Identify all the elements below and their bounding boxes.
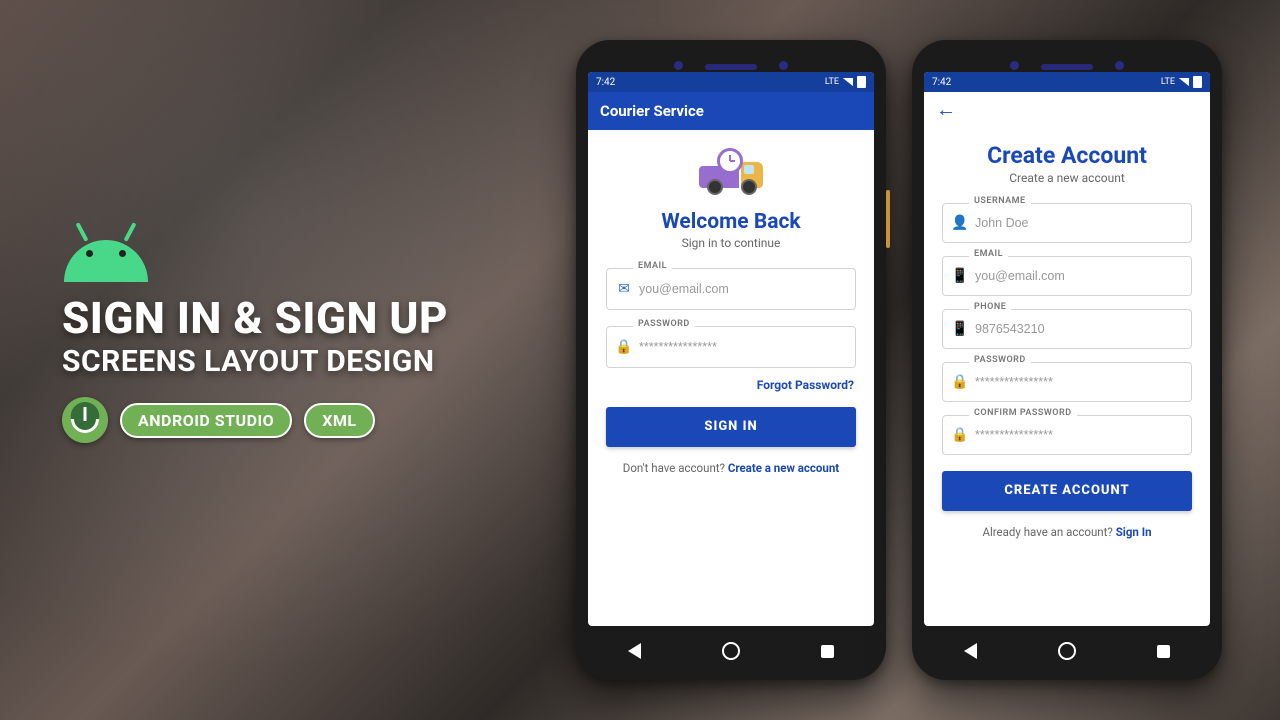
app-bar: ← — [924, 92, 1210, 126]
password-label: PASSWORD — [969, 355, 1031, 365]
nav-home-icon[interactable] — [722, 642, 740, 660]
email-field[interactable]: EMAIL 📱 — [942, 256, 1192, 296]
password-input[interactable] — [633, 339, 847, 355]
email-input[interactable] — [633, 281, 847, 297]
battery-icon — [857, 76, 866, 88]
username-label: USERNAME — [969, 196, 1031, 206]
email-input[interactable] — [969, 268, 1183, 284]
signin-heading: Welcome Back — [606, 210, 856, 234]
status-time: 7:42 — [596, 77, 615, 88]
signup-subtitle: Create a new account — [942, 171, 1192, 185]
signup-footer: Already have an account? Sign In — [942, 525, 1192, 539]
email-icon: ✉ — [615, 281, 633, 297]
lock-icon: 🔒 — [951, 427, 969, 443]
nav-recent-icon[interactable] — [821, 645, 834, 658]
nav-back-icon[interactable] — [628, 643, 641, 659]
person-icon: 👤 — [951, 215, 969, 231]
signal-icon — [843, 78, 853, 86]
nav-home-icon[interactable] — [1058, 642, 1076, 660]
signin-link[interactable]: Sign In — [1116, 525, 1152, 539]
confirm-password-field[interactable]: CONFIRM PASSWORD 🔒 — [942, 415, 1192, 455]
phone-signup: 7:42 LTE ← Create Account Create a new a… — [912, 40, 1222, 680]
promo-panel: SIGN IN & SIGN UP SCREENS LAYOUT DESIGN … — [62, 230, 448, 443]
promo-title-1: SIGN IN & SIGN UP — [62, 296, 448, 340]
signin-footer: Don't have account? Create a new account — [606, 461, 856, 475]
email-label: EMAIL — [969, 249, 1008, 259]
android-nav-bar — [924, 634, 1210, 668]
nav-recent-icon[interactable] — [1157, 645, 1170, 658]
phone-field[interactable]: PHONE 📱 — [942, 309, 1192, 349]
password-field[interactable]: PASSWORD 🔒 — [942, 362, 1192, 402]
password-field[interactable]: PASSWORD 🔒 — [606, 326, 856, 368]
android-studio-icon — [62, 397, 108, 443]
phone-label: PHONE — [969, 302, 1011, 312]
signin-button[interactable]: SIGN IN — [606, 407, 856, 447]
phone-portrait-icon: 📱 — [951, 321, 969, 337]
android-icon — [64, 230, 148, 282]
email-label: EMAIL — [633, 261, 672, 271]
signal-icon — [1179, 78, 1189, 86]
create-account-button[interactable]: CREATE ACCOUNT — [942, 471, 1192, 511]
phone-input[interactable] — [969, 321, 1183, 337]
forgot-password-link[interactable]: Forgot Password? — [757, 378, 854, 392]
android-nav-bar — [588, 634, 874, 668]
app-title: Courier Service — [600, 102, 704, 120]
email-field[interactable]: EMAIL ✉ — [606, 268, 856, 310]
battery-icon — [1193, 76, 1202, 88]
status-net: LTE — [825, 77, 839, 87]
signin-subtitle: Sign in to continue — [606, 236, 856, 250]
phone-signin: 7:42 LTE Courier Service Welcome Back Si… — [576, 40, 886, 680]
badge-xml: XML — [304, 403, 374, 438]
signup-heading: Create Account — [942, 142, 1192, 169]
nav-back-icon[interactable] — [964, 643, 977, 659]
username-input[interactable] — [969, 215, 1183, 231]
courier-truck-icon — [699, 152, 763, 196]
back-arrow-icon[interactable]: ← — [936, 97, 956, 122]
app-bar: Courier Service — [588, 92, 874, 130]
confirm-password-label: CONFIRM PASSWORD — [969, 408, 1077, 418]
status-time: 7:42 — [932, 77, 951, 88]
promo-title-2: SCREENS LAYOUT DESIGN — [62, 344, 448, 379]
confirm-password-input[interactable] — [969, 427, 1183, 443]
lock-icon: 🔒 — [615, 339, 633, 355]
password-input[interactable] — [969, 374, 1183, 390]
username-field[interactable]: USERNAME 👤 — [942, 203, 1192, 243]
badge-android-studio: ANDROID STUDIO — [120, 403, 292, 438]
status-net: LTE — [1161, 77, 1175, 87]
status-bar: 7:42 LTE — [924, 72, 1210, 92]
phone-portrait-icon: 📱 — [951, 268, 969, 284]
create-account-link[interactable]: Create a new account — [728, 461, 839, 475]
lock-icon: 🔒 — [951, 374, 969, 390]
status-bar: 7:42 LTE — [588, 72, 874, 92]
password-label: PASSWORD — [633, 319, 695, 329]
